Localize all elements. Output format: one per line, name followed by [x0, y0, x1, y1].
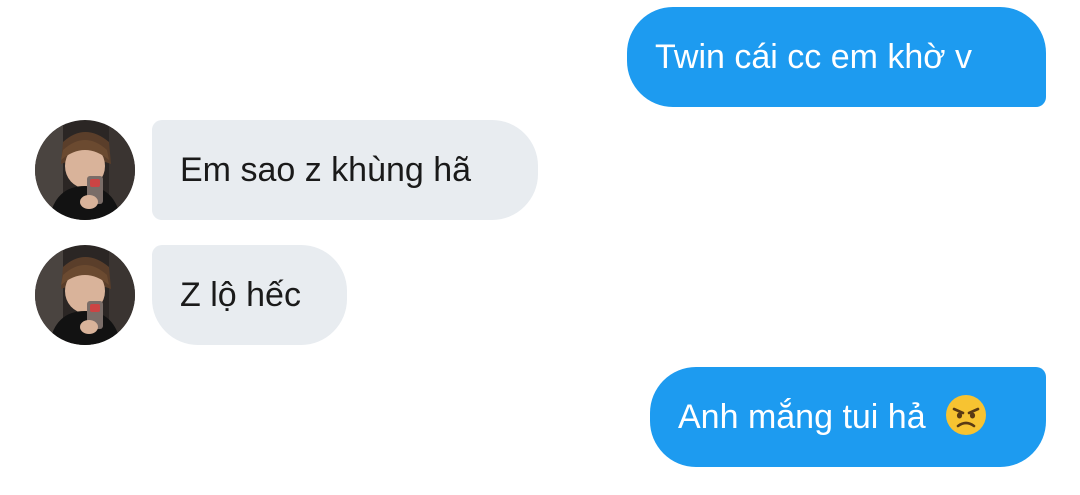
- avatar[interactable]: [35, 120, 135, 220]
- message-bubble-incoming[interactable]: Z lộ hếc: [152, 245, 347, 345]
- avatar-photo: [35, 120, 135, 220]
- message-text: Twin cái cc em khờ v: [655, 38, 973, 76]
- message-bubble-outgoing[interactable]: Twin cái cc em khờ v: [627, 7, 1046, 107]
- message-text: Em sao z khùng hã: [180, 151, 472, 189]
- angry-face-icon: [946, 395, 987, 435]
- message-bubble-outgoing[interactable]: Anh mắng tui hả: [650, 367, 1046, 467]
- avatar-photo: [35, 245, 135, 345]
- message-text: Z lộ hếc: [180, 276, 301, 314]
- message-text: Anh mắng tui hả: [678, 398, 926, 436]
- avatar[interactable]: [35, 245, 135, 345]
- message-bubble-incoming[interactable]: Em sao z khùng hã: [152, 120, 538, 220]
